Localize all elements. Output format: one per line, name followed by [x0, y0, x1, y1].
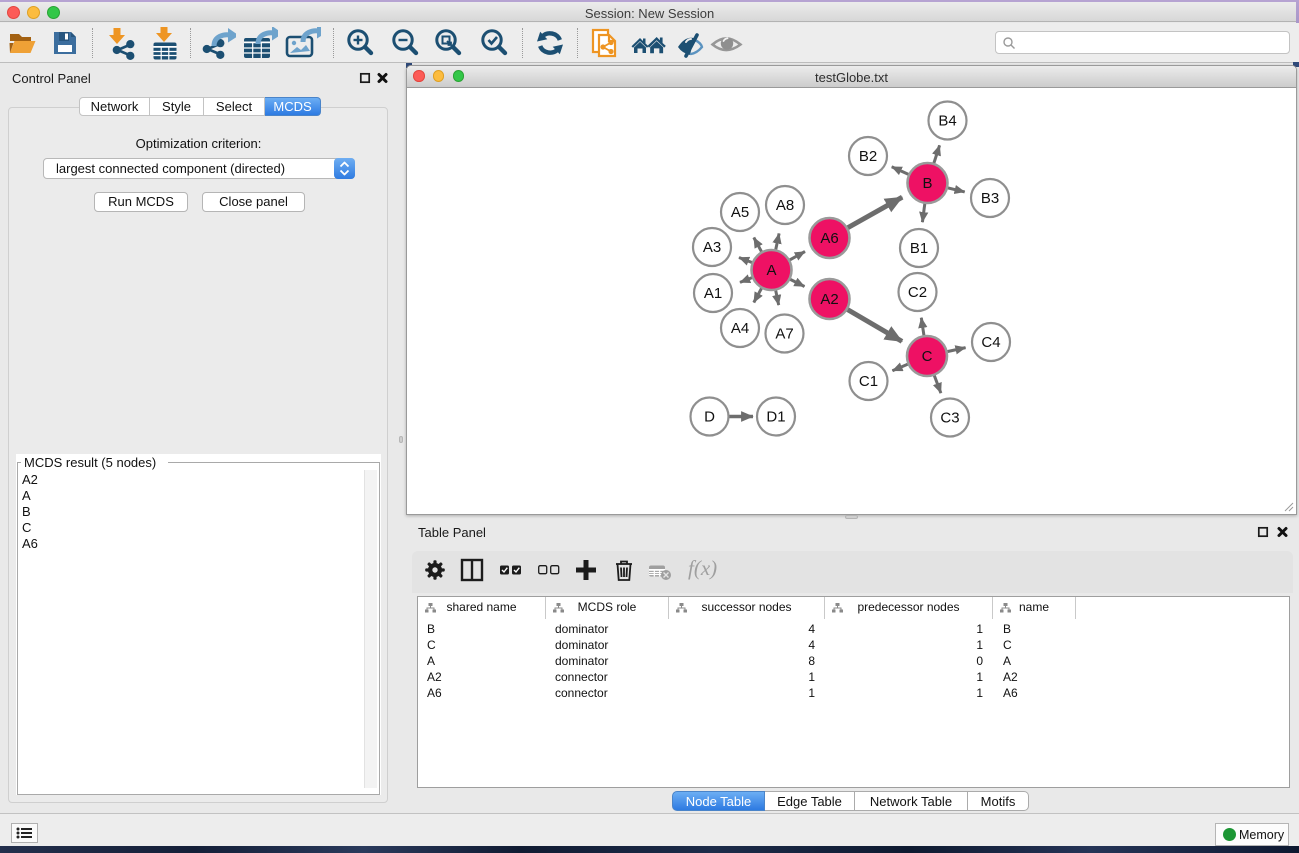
svg-text:A7: A7 — [775, 326, 793, 343]
svg-text:A8: A8 — [776, 197, 794, 214]
svg-text:B2: B2 — [859, 148, 877, 165]
svg-text:C3: C3 — [940, 410, 959, 427]
svg-text:C: C — [922, 348, 933, 365]
svg-text:A4: A4 — [731, 320, 749, 337]
svg-text:B: B — [922, 175, 932, 192]
svg-text:A2: A2 — [820, 291, 838, 308]
svg-text:B3: B3 — [981, 190, 999, 207]
svg-text:A6: A6 — [820, 230, 838, 247]
svg-text:C2: C2 — [908, 284, 927, 301]
svg-text:C1: C1 — [859, 373, 878, 390]
svg-text:B1: B1 — [910, 240, 928, 257]
svg-text:C4: C4 — [981, 334, 1000, 351]
svg-text:A3: A3 — [703, 239, 721, 256]
svg-text:A: A — [766, 262, 776, 279]
svg-text:B4: B4 — [938, 113, 956, 130]
svg-text:D1: D1 — [766, 409, 785, 426]
svg-text:A5: A5 — [731, 204, 749, 221]
svg-text:D: D — [704, 409, 715, 426]
svg-text:A1: A1 — [704, 285, 722, 302]
